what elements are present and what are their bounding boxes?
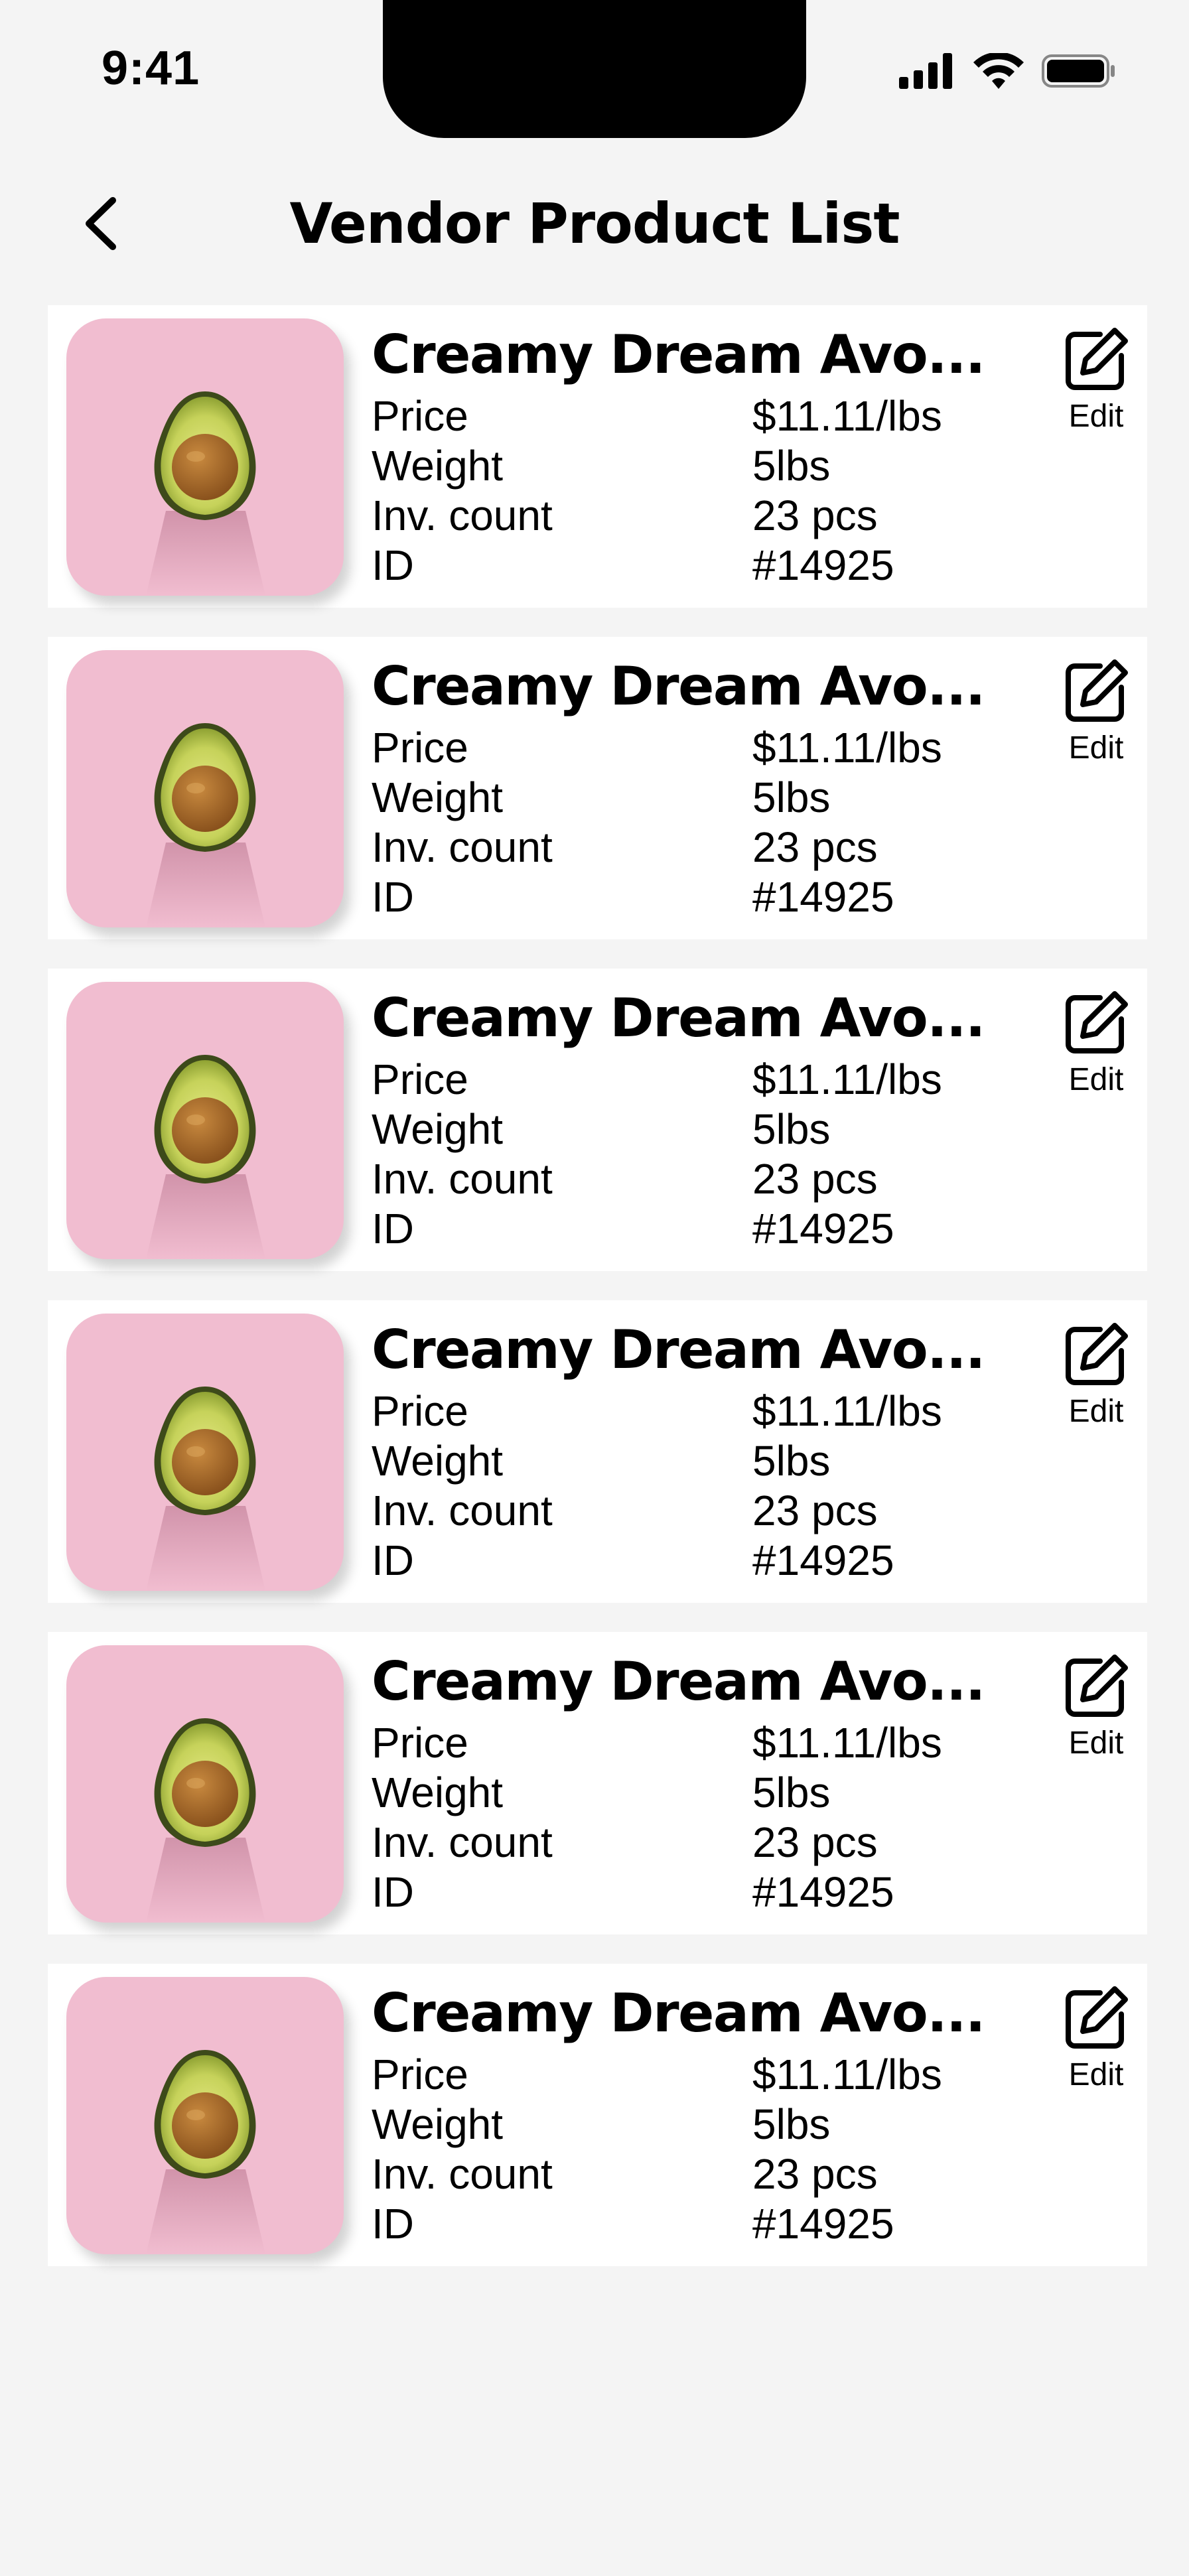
weight-value: 5lbs xyxy=(752,1105,831,1153)
weight-label: Weight xyxy=(372,1437,504,1485)
product-name: Creamy Dream Avo... xyxy=(372,1651,985,1712)
product-card[interactable]: Creamy Dream Avo... Price $11.11/lbs Wei… xyxy=(48,1964,1147,2266)
product-image xyxy=(66,1314,344,1591)
weight-label: Weight xyxy=(372,774,504,821)
page-title: Vendor Product List xyxy=(289,191,900,256)
id-value: #14925 xyxy=(752,1536,894,1584)
edit-icon xyxy=(1066,1986,1128,2049)
inventory-label: Inv. count xyxy=(372,1155,553,1203)
edit-label: Edit xyxy=(1068,399,1124,434)
weight-value: 5lbs xyxy=(752,1769,831,1816)
price-value: $11.11/lbs xyxy=(752,1387,942,1435)
price-label: Price xyxy=(372,392,468,440)
inventory-value: 23 pcs xyxy=(752,823,878,871)
weight-value: 5lbs xyxy=(752,442,831,490)
price-label: Price xyxy=(372,724,468,772)
id-label: ID xyxy=(372,2200,414,2248)
device-notch xyxy=(383,0,806,138)
id-label: ID xyxy=(372,1205,414,1253)
id-label: ID xyxy=(372,873,414,921)
status-icons xyxy=(899,53,1118,93)
weight-label: Weight xyxy=(372,2100,504,2148)
id-value: #14925 xyxy=(752,2200,894,2248)
product-name: Creamy Dream Avo... xyxy=(372,987,985,1049)
id-value: #14925 xyxy=(752,1205,894,1253)
edit-icon xyxy=(1066,659,1128,722)
price-value: $11.11/lbs xyxy=(752,1055,942,1103)
edit-button[interactable]: Edit xyxy=(1056,1652,1136,1771)
price-value: $11.11/lbs xyxy=(752,2051,942,2098)
id-label: ID xyxy=(372,1868,414,1916)
inventory-label: Inv. count xyxy=(372,1818,553,1866)
inventory-value: 23 pcs xyxy=(752,1155,878,1203)
product-name: Creamy Dream Avo... xyxy=(372,324,985,385)
edit-button[interactable]: Edit xyxy=(1056,988,1136,1108)
edit-label: Edit xyxy=(1068,1394,1124,1429)
edit-label: Edit xyxy=(1068,1062,1124,1097)
product-name: Creamy Dream Avo... xyxy=(372,1982,985,2044)
product-image xyxy=(66,318,344,596)
product-image xyxy=(66,1977,344,2254)
edit-button[interactable]: Edit xyxy=(1056,1984,1136,2103)
inventory-value: 23 pcs xyxy=(752,1818,878,1866)
battery-icon xyxy=(1042,54,1115,88)
weight-value: 5lbs xyxy=(752,1437,831,1485)
status-time: 9:41 xyxy=(102,42,200,95)
product-name: Creamy Dream Avo... xyxy=(372,655,985,717)
price-label: Price xyxy=(372,1387,468,1435)
weight-label: Weight xyxy=(372,1105,504,1153)
product-image xyxy=(66,650,344,927)
inventory-label: Inv. count xyxy=(372,2150,553,2198)
price-label: Price xyxy=(372,1055,468,1103)
price-value: $11.11/lbs xyxy=(752,392,942,440)
product-name: Creamy Dream Avo... xyxy=(372,1319,985,1381)
id-value: #14925 xyxy=(752,541,894,589)
product-card[interactable]: Creamy Dream Avo... Price $11.11/lbs Wei… xyxy=(48,305,1147,608)
price-label: Price xyxy=(372,2051,468,2098)
inventory-label: Inv. count xyxy=(372,823,553,871)
product-card[interactable]: Creamy Dream Avo... Price $11.11/lbs Wei… xyxy=(48,1300,1147,1603)
edit-icon xyxy=(1066,1323,1128,1385)
product-card[interactable]: Creamy Dream Avo... Price $11.11/lbs Wei… xyxy=(48,969,1147,1271)
product-card[interactable]: Creamy Dream Avo... Price $11.11/lbs Wei… xyxy=(48,637,1147,939)
wifi-icon xyxy=(973,53,1024,89)
product-image xyxy=(66,1645,344,1923)
price-label: Price xyxy=(372,1719,468,1767)
product-image xyxy=(66,982,344,1259)
id-value: #14925 xyxy=(752,873,894,921)
weight-label: Weight xyxy=(372,1769,504,1816)
id-label: ID xyxy=(372,541,414,589)
inventory-value: 23 pcs xyxy=(752,492,878,539)
edit-icon xyxy=(1066,1655,1128,1717)
edit-label: Edit xyxy=(1068,2057,1124,2092)
weight-label: Weight xyxy=(372,442,504,490)
id-value: #14925 xyxy=(752,1868,894,1916)
inventory-value: 23 pcs xyxy=(752,2150,878,2198)
inventory-label: Inv. count xyxy=(372,1487,553,1534)
inventory-value: 23 pcs xyxy=(752,1487,878,1534)
signal-icon xyxy=(899,53,952,89)
status-bar: 9:41 xyxy=(0,0,1189,139)
nav-bar: Vendor Product List xyxy=(0,179,1189,265)
product-card[interactable]: Creamy Dream Avo... Price $11.11/lbs Wei… xyxy=(48,1632,1147,1934)
weight-value: 5lbs xyxy=(752,774,831,821)
price-value: $11.11/lbs xyxy=(752,724,942,772)
edit-icon xyxy=(1066,991,1128,1053)
id-label: ID xyxy=(372,1536,414,1584)
edit-button[interactable]: Edit xyxy=(1056,325,1136,444)
edit-button[interactable]: Edit xyxy=(1056,657,1136,776)
edit-button[interactable]: Edit xyxy=(1056,1320,1136,1440)
weight-value: 5lbs xyxy=(752,2100,831,2148)
edit-label: Edit xyxy=(1068,1726,1124,1761)
price-value: $11.11/lbs xyxy=(752,1719,942,1767)
inventory-label: Inv. count xyxy=(372,492,553,539)
edit-label: Edit xyxy=(1068,730,1124,766)
edit-icon xyxy=(1066,328,1128,390)
